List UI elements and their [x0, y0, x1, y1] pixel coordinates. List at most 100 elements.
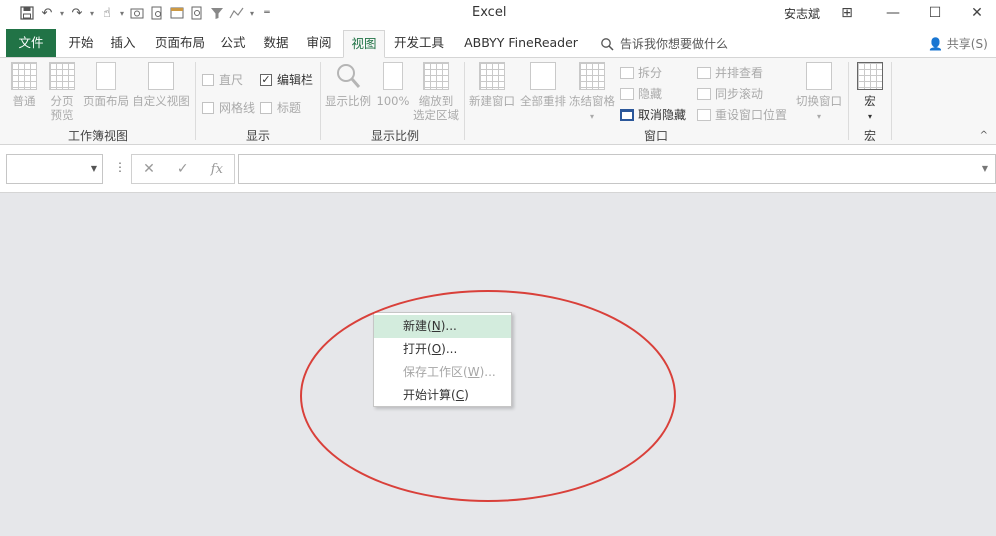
- group-separator: [848, 62, 849, 140]
- tab-view[interactable]: 视图: [343, 30, 385, 58]
- hide-button[interactable]: 隐藏: [620, 85, 662, 102]
- macros-label: 宏: [864, 94, 876, 108]
- group-separator: [891, 62, 892, 140]
- unhide-button[interactable]: 取消隐藏: [620, 106, 686, 123]
- page-break-preview-button[interactable]: 分页 预览: [44, 62, 80, 122]
- arrange-all-icon: [530, 62, 556, 90]
- tab-home[interactable]: 开始: [64, 30, 98, 58]
- chevron-down-icon[interactable]: ▼: [91, 164, 97, 173]
- cancel-icon[interactable]: ✕: [143, 161, 155, 177]
- formula-bar-label: 编辑栏: [277, 73, 314, 87]
- custom-views-button[interactable]: 自定义视图: [132, 62, 190, 108]
- filter-icon[interactable]: [208, 4, 226, 22]
- zoom-100-button[interactable]: 100%: [374, 62, 412, 108]
- page-layout-label: 页面布局: [83, 94, 129, 108]
- headings-checkbox[interactable]: 标题: [260, 99, 301, 116]
- formula-bar-checkbox[interactable]: ✓ 编辑栏: [260, 71, 313, 88]
- group-separator: [195, 62, 196, 140]
- split-icon: [620, 66, 634, 79]
- chart-dropdown-icon[interactable]: ▾: [248, 9, 256, 18]
- touch-mode-icon[interactable]: ☝: [98, 4, 116, 22]
- normal-view-icon: [11, 62, 37, 90]
- touch-dropdown-icon[interactable]: ▾: [118, 9, 126, 18]
- menu-item-save-workspace[interactable]: 保存工作区(W)...: [374, 361, 511, 384]
- group-label-show: 显示: [245, 129, 270, 143]
- title-bar: ↶ ▾ ↷ ▾ ☝ ▾ ▾ ═ Excel 安志斌 ⊞ — ☐ ✕: [0, 0, 996, 26]
- page-layout-view-button[interactable]: 页面布局: [80, 62, 132, 108]
- sync-scroll-icon: [697, 87, 711, 100]
- undo-icon[interactable]: ↶: [38, 4, 56, 22]
- zoom-button[interactable]: 显示比例: [324, 62, 372, 108]
- custom-views-label: 自定义视图: [132, 94, 190, 108]
- zoom-selection-icon: [423, 62, 449, 90]
- menu-item-new[interactable]: 新建(N)...: [374, 315, 511, 338]
- menu-item-open[interactable]: 打开(O)...: [374, 338, 511, 361]
- print-preview-icon[interactable]: [148, 4, 166, 22]
- resize-handle-icon[interactable]: ⋮: [114, 160, 126, 174]
- macros-icon: [857, 62, 883, 90]
- undo-dropdown-icon[interactable]: ▾: [58, 9, 66, 18]
- collapse-ribbon-icon[interactable]: ^: [980, 130, 988, 141]
- chevron-down-icon: ▾: [867, 112, 872, 121]
- freeze-panes-button[interactable]: 冻结窗格 ▾: [568, 62, 616, 124]
- tab-page-layout[interactable]: 页面布局: [150, 30, 210, 58]
- name-box[interactable]: ▼: [6, 154, 103, 184]
- enter-icon[interactable]: ✓: [177, 161, 189, 177]
- menu-item-label: 打开: [403, 342, 428, 356]
- expand-formula-icon[interactable]: ▼: [982, 164, 988, 173]
- menu-item-suffix: ...: [445, 342, 458, 356]
- page-break-label-2: 预览: [50, 108, 74, 122]
- minimize-icon[interactable]: —: [878, 2, 908, 24]
- macros-button[interactable]: 宏 ▾: [852, 62, 888, 124]
- switch-windows-button[interactable]: 切换窗口 ▾: [792, 62, 846, 124]
- maximize-icon[interactable]: ☐: [920, 2, 950, 24]
- tab-data[interactable]: 数据: [259, 30, 293, 58]
- customize-qat-icon[interactable]: ═: [258, 4, 276, 22]
- tab-abbyy[interactable]: ABBYY FineReader 12: [456, 30, 586, 76]
- gridlines-checkbox[interactable]: 网格线: [202, 99, 255, 116]
- tab-review[interactable]: 审阅: [302, 30, 336, 58]
- tab-file[interactable]: 文件: [6, 29, 56, 57]
- arrange-all-button[interactable]: 全部重排: [518, 62, 568, 108]
- split-button[interactable]: 拆分: [620, 64, 662, 81]
- ruler-checkbox[interactable]: 直尺: [202, 71, 243, 88]
- tell-me-text: 告诉我你想要做什么: [620, 37, 729, 51]
- zoom-to-selection-button[interactable]: 缩放到 选定区域: [412, 62, 460, 122]
- redo-icon[interactable]: ↷: [68, 4, 86, 22]
- page-break-label-1: 分页: [50, 94, 74, 108]
- quick-access-toolbar: ↶ ▾ ↷ ▾ ☝ ▾ ▾ ═: [18, 4, 276, 22]
- close-icon[interactable]: ✕: [962, 2, 992, 24]
- tab-formulas[interactable]: 公式: [216, 30, 250, 58]
- chart-line-icon[interactable]: [228, 4, 246, 22]
- gridlines-label: 网格线: [219, 101, 256, 115]
- sync-scroll-button[interactable]: 同步滚动: [697, 85, 763, 102]
- zoom-page-icon[interactable]: [188, 4, 206, 22]
- view-side-by-side-button[interactable]: 并排查看: [697, 64, 763, 81]
- redo-dropdown-icon[interactable]: ▾: [88, 9, 96, 18]
- insert-function-icon[interactable]: fx: [211, 162, 223, 177]
- group-separator: [464, 62, 465, 140]
- reset-window-position-button[interactable]: 重设窗口位置: [697, 106, 787, 123]
- person-icon: 👤: [928, 37, 943, 51]
- normal-view-button[interactable]: 普通: [6, 62, 42, 108]
- menu-item-suffix: ...: [445, 319, 457, 333]
- user-name[interactable]: 安志斌: [784, 5, 820, 22]
- group-label-macros: 宏: [863, 129, 876, 143]
- camera-icon[interactable]: [128, 4, 146, 22]
- formula-input[interactable]: ▼: [238, 154, 996, 184]
- new-window-button[interactable]: 新建窗口: [466, 62, 518, 108]
- reset-position-icon: [697, 108, 711, 121]
- unhide-label: 取消隐藏: [638, 108, 687, 122]
- menu-item-key: C: [455, 388, 465, 402]
- menu-item-calculate-now[interactable]: 开始计算(C): [374, 384, 511, 407]
- form-icon[interactable]: [168, 4, 186, 22]
- tab-developer[interactable]: 开发工具: [392, 30, 446, 58]
- ribbon-display-icon[interactable]: ⊞: [832, 2, 862, 24]
- hide-label: 隐藏: [638, 87, 663, 101]
- share-button[interactable]: 👤 共享(S): [928, 35, 988, 52]
- group-label-workbook-views: 工作簿视图: [67, 129, 128, 143]
- save-icon[interactable]: [18, 4, 36, 22]
- reset-position-label: 重设窗口位置: [715, 108, 788, 122]
- tell-me-box[interactable]: 告诉我你想要做什么: [600, 35, 728, 52]
- tab-insert[interactable]: 插入: [106, 30, 140, 58]
